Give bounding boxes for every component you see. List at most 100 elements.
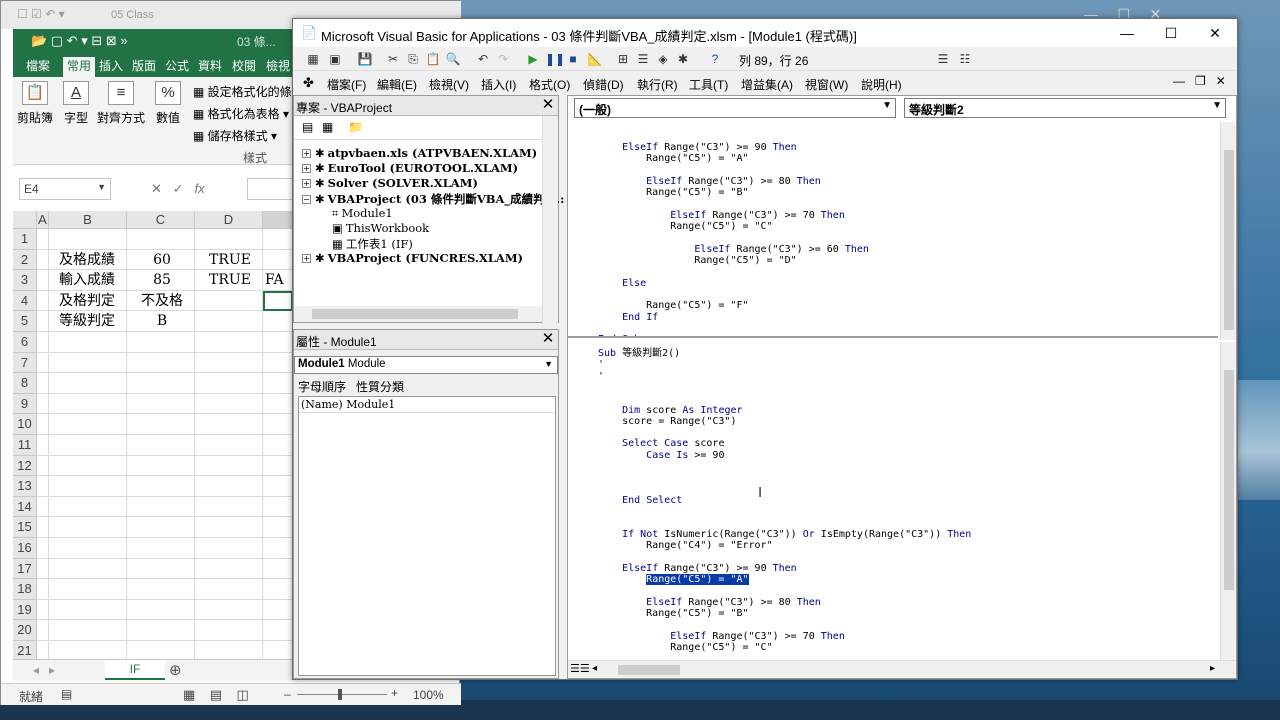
expand-toggle-icon[interactable]: + — [302, 164, 311, 173]
cell[interactable] — [37, 476, 49, 497]
cell[interactable] — [37, 229, 49, 250]
selected-code[interactable]: Range("C5") = "A" — [646, 574, 749, 585]
insert-module-icon[interactable]: ▣ — [327, 51, 343, 67]
cell[interactable] — [263, 249, 293, 271]
cell[interactable] — [195, 558, 263, 580]
zoom-slider-thumb[interactable] — [338, 689, 342, 700]
cell[interactable] — [127, 414, 195, 435]
macro-record-icon[interactable]: ▤ — [61, 687, 72, 701]
row-header[interactable]: 6 — [13, 332, 37, 353]
ribbon-tab[interactable]: 常用 — [63, 57, 95, 77]
code-line[interactable]: Sub 等級判斷2() — [598, 348, 680, 359]
paste-icon[interactable]: 📋 — [425, 51, 441, 67]
cell[interactable] — [263, 455, 293, 477]
view-buttons[interactable]: ▦ ▤ ◫ — [183, 687, 249, 703]
cell[interactable] — [49, 229, 127, 250]
code-line[interactable]: If Not IsNumeric(Range("C3")) Or IsEmpty… — [598, 529, 971, 540]
row-header[interactable]: 3 — [13, 270, 37, 291]
expand-toggle-icon[interactable]: + — [302, 254, 311, 263]
row-header[interactable]: 4 — [13, 290, 37, 312]
row-header[interactable]: 14 — [13, 496, 37, 518]
code-line[interactable]: Range("C5") = "D" — [598, 255, 796, 266]
expand-toggle-icon[interactable]: + — [302, 179, 311, 188]
cell[interactable] — [127, 538, 195, 559]
cell[interactable] — [37, 311, 49, 332]
cell[interactable] — [195, 435, 263, 456]
zoom-level[interactable]: 100% — [413, 688, 444, 702]
scroll-left-icon[interactable]: ◂ — [592, 663, 597, 674]
ribbon-tab[interactable]: 插入 — [95, 57, 127, 77]
code-line[interactable]: Range("C5") = "C" — [598, 642, 772, 653]
save-icon[interactable]: 💾 — [357, 51, 373, 67]
cell[interactable] — [195, 373, 263, 394]
ribbon-tab[interactable]: 資料 — [193, 57, 227, 77]
font-button[interactable]: A 字型 — [59, 81, 93, 126]
expand-toggle-icon[interactable]: + — [302, 149, 311, 158]
code-line[interactable]: ' — [598, 371, 604, 382]
column-header[interactable]: B — [49, 211, 127, 229]
sheet-nav-arrows[interactable]: ◂ ▸ — [33, 663, 55, 677]
cell[interactable] — [37, 435, 49, 456]
cell[interactable] — [195, 229, 263, 250]
format-as-table-button[interactable]: ▦ 格式化為表格 ▾ — [193, 105, 289, 122]
cell[interactable] — [49, 414, 127, 435]
number-button[interactable]: % 數值 — [151, 81, 185, 126]
menu-item[interactable]: 工具(T) — [689, 76, 728, 93]
align-button[interactable]: ≡ 對齊方式 — [97, 81, 145, 126]
cell[interactable] — [127, 455, 195, 477]
cell[interactable] — [37, 414, 49, 435]
folder-icon[interactable]: 📁 — [348, 120, 363, 134]
cell-c4[interactable]: 不及格 — [127, 291, 195, 312]
column-header[interactable]: C — [127, 211, 195, 229]
code-line[interactable]: score = Range("C3") — [598, 416, 736, 427]
cell[interactable] — [263, 393, 293, 415]
cell[interactable] — [49, 620, 127, 641]
zoom-in-icon[interactable]: + — [391, 686, 398, 700]
cell[interactable] — [263, 620, 293, 641]
row-header[interactable]: 2 — [13, 249, 37, 271]
cell-d2[interactable]: TRUE — [195, 250, 263, 271]
menu-item[interactable]: 格式(O) — [529, 76, 570, 93]
excel-qat-icons[interactable]: ☐ ☑ ↶ ▾ — [17, 7, 65, 21]
cell-d3[interactable]: TRUE — [195, 270, 263, 291]
cell[interactable] — [263, 538, 293, 559]
cell[interactable] — [127, 332, 195, 353]
menu-item[interactable]: 執行(R) — [637, 76, 678, 93]
row-header[interactable]: 1 — [13, 229, 37, 250]
cell[interactable] — [127, 373, 195, 394]
code-line[interactable]: Range("C5") = "B" — [598, 187, 748, 198]
run-icon[interactable]: ▶ — [525, 51, 541, 67]
cell[interactable] — [49, 332, 127, 353]
menu-item[interactable]: 編輯(E) — [377, 76, 417, 93]
scroll-right-icon[interactable]: ▸ — [1210, 663, 1215, 674]
cell[interactable] — [263, 496, 293, 518]
cell[interactable] — [37, 393, 49, 415]
tree-item[interactable]: ▣ ThisWorkbook — [332, 221, 429, 235]
code-line[interactable]: End Select — [598, 495, 682, 506]
ribbon-tab[interactable]: 公式 — [161, 57, 193, 77]
cell[interactable] — [195, 476, 263, 497]
cell[interactable] — [195, 620, 263, 641]
tree-hscroll[interactable] — [294, 306, 542, 322]
menu-item[interactable]: 視窗(W) — [805, 76, 848, 93]
menu-item[interactable]: 說明(H) — [861, 76, 902, 93]
cell[interactable] — [37, 517, 49, 538]
cell[interactable] — [263, 435, 293, 456]
scroll-thumb[interactable] — [1224, 370, 1234, 590]
tree-item[interactable]: ⌗ Module1 — [332, 206, 393, 221]
cell[interactable] — [49, 455, 127, 477]
cell-b4[interactable]: 及格判定 — [49, 291, 127, 312]
close-icon[interactable]: ✕ — [540, 97, 556, 113]
cell[interactable] — [37, 558, 49, 580]
indent-icon[interactable]: ☰ — [935, 51, 951, 67]
cell[interactable] — [195, 538, 263, 559]
cell[interactable] — [49, 476, 127, 497]
column-header[interactable]: D — [195, 211, 263, 229]
cell[interactable] — [37, 249, 49, 271]
cell[interactable] — [37, 270, 49, 291]
cell[interactable] — [263, 229, 293, 250]
properties-icon[interactable]: ☰ — [635, 51, 651, 67]
select-all-corner[interactable] — [13, 211, 37, 229]
cell-c3[interactable]: 85 — [127, 270, 195, 291]
redo-icon[interactable]: ↷ — [495, 51, 511, 67]
